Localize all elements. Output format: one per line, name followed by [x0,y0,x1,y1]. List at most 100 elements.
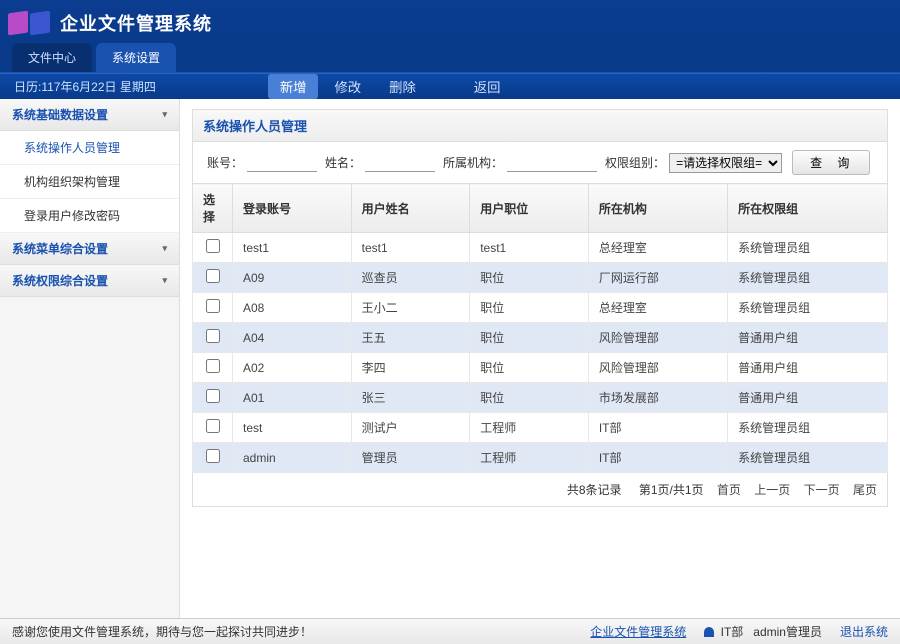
cell-perm: 系统管理员组 [728,413,888,443]
row-checkbox[interactable] [206,389,220,403]
sidebar-item-changepw[interactable]: 登录用户修改密码 [0,199,179,233]
table-row[interactable]: admin管理员工程师IT部系统管理员组 [193,443,888,473]
cell-org: 总经理室 [588,233,727,263]
app-title: 企业文件管理系统 [60,10,212,36]
row-checkbox[interactable] [206,299,220,313]
table-row[interactable]: test测试户工程师IT部系统管理员组 [193,413,888,443]
account-label: 账号： [207,154,243,171]
account-input[interactable] [247,153,317,172]
datebar: 日历:117年6月22日 星期四 新增 修改 删除 返回 [0,73,900,99]
col-perm: 所在权限组 [728,184,888,233]
cell-name: 李四 [351,353,470,383]
cell-org: 风险管理部 [588,353,727,383]
logout-button[interactable]: 退出系统 [840,623,888,640]
cell-org: IT部 [588,443,727,473]
col-org: 所在机构 [588,184,727,233]
pager-total: 共8条记录 [567,483,622,497]
sidebar-group-perm[interactable]: 系统权限综合设置 ▾ [0,265,179,297]
cell-org: 厂网运行部 [588,263,727,293]
content: 系统操作人员管理 账号： 姓名： 所属机构： 权限组别： =请选择权限组= 查 … [180,99,900,618]
edit-button[interactable]: 修改 [322,74,373,99]
chevron-down-icon: ▾ [162,109,167,120]
tab-system-settings[interactable]: 系统设置 [96,43,176,72]
cell-account: A04 [233,323,352,353]
header: 企业文件管理系统 [0,0,900,45]
sidebar-group-label: 系统权限综合设置 [12,272,108,289]
cell-account: test [233,413,352,443]
tab-file-center[interactable]: 文件中心 [12,43,92,72]
sidebar-item-operators[interactable]: 系统操作人员管理 [0,131,179,165]
cell-perm: 系统管理员组 [728,233,888,263]
table-row[interactable]: A04王五职位风险管理部普通用户组 [193,323,888,353]
sidebar: 系统基础数据设置 ▾ 系统操作人员管理 机构组织架构管理 登录用户修改密码 系统… [0,99,180,618]
cell-name: 测试户 [351,413,470,443]
org-label: 所属机构： [443,154,503,171]
cell-name: 王小二 [351,293,470,323]
cell-name: 张三 [351,383,470,413]
cell-account: test1 [233,233,352,263]
cell-org: 风险管理部 [588,323,727,353]
perm-select[interactable]: =请选择权限组= [669,153,782,173]
tabbar: 文件中心 系统设置 [0,45,900,73]
chevron-down-icon: ▾ [162,275,167,286]
cell-position: test1 [470,233,589,263]
pager-prev[interactable]: 上一页 [754,483,790,497]
cell-name: 王五 [351,323,470,353]
delete-button[interactable]: 删除 [377,74,428,99]
cell-position: 职位 [470,293,589,323]
col-account: 登录账号 [233,184,352,233]
row-checkbox[interactable] [206,329,220,343]
footer-sysname[interactable]: 企业文件管理系统 [590,623,686,640]
cell-perm: 普通用户组 [728,323,888,353]
row-checkbox[interactable] [206,239,220,253]
cell-name: 巡查员 [351,263,470,293]
table-row[interactable]: test1test1test1总经理室系统管理员组 [193,233,888,263]
cell-account: A09 [233,263,352,293]
back-button[interactable]: 返回 [462,74,513,99]
sidebar-group-menu[interactable]: 系统菜单综合设置 ▾ [0,233,179,265]
cell-account: A01 [233,383,352,413]
footer-user: IT部 admin管理员 [704,623,822,640]
name-label: 姓名： [325,154,361,171]
pager-next[interactable]: 下一页 [804,483,840,497]
users-table: 选择 登录账号 用户姓名 用户职位 所在机构 所在权限组 test1 test1 t… [192,183,888,473]
row-checkbox[interactable] [206,269,220,283]
cell-org: IT部 [588,413,727,443]
col-position: 用户职位 [470,184,589,233]
cell-account: A02 [233,353,352,383]
cell-perm: 普通用户组 [728,383,888,413]
row-checkbox[interactable] [206,419,220,433]
row-checkbox[interactable] [206,449,220,463]
col-select: 选择 [193,184,233,233]
sidebar-group-basedata[interactable]: 系统基础数据设置 ▾ [0,99,179,131]
cell-account: A08 [233,293,352,323]
table-row[interactable]: A08王小二职位总经理室系统管理员组 [193,293,888,323]
cell-position: 职位 [470,383,589,413]
date-label: 日历:117年6月22日 星期四 [14,78,156,95]
chevron-down-icon: ▾ [162,243,167,254]
cell-org: 总经理室 [588,293,727,323]
col-name: 用户姓名 [351,184,470,233]
org-input[interactable] [507,153,597,172]
table-row[interactable]: A02李四职位风险管理部普通用户组 [193,353,888,383]
new-button[interactable]: 新增 [268,74,319,99]
sidebar-group-label: 系统菜单综合设置 [12,240,108,257]
sidebar-item-orgtree[interactable]: 机构组织架构管理 [0,165,179,199]
cell-position: 工程师 [470,443,589,473]
pager-last[interactable]: 尾页 [853,483,877,497]
cell-perm: 普通用户组 [728,353,888,383]
cell-account: admin [233,443,352,473]
footer-msg: 感谢您使用文件管理系统，期待与您一起探讨共同进步！ [12,623,312,640]
table-row[interactable]: A09巡查员职位厂网运行部系统管理员组 [193,263,888,293]
search-row: 账号： 姓名： 所属机构： 权限组别： =请选择权限组= 查 询 [192,141,888,183]
cell-position: 职位 [470,263,589,293]
sidebar-group-label: 系统基础数据设置 [12,106,108,123]
pager-first[interactable]: 首页 [717,483,741,497]
perm-label: 权限组别： [605,154,665,171]
table-row[interactable]: A01张三职位市场发展部普通用户组 [193,383,888,413]
query-button[interactable]: 查 询 [792,150,870,175]
name-input[interactable] [365,153,435,172]
cell-org: 市场发展部 [588,383,727,413]
cell-name: 管理员 [351,443,470,473]
row-checkbox[interactable] [206,359,220,373]
